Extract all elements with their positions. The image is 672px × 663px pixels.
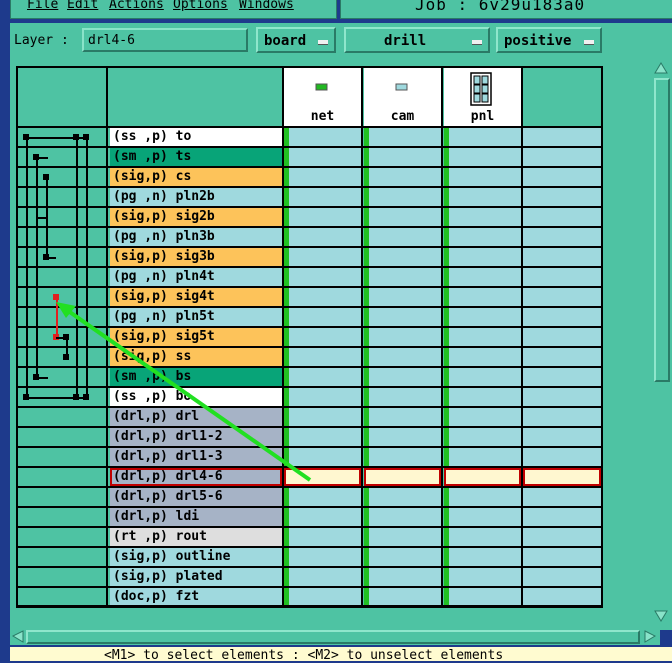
green-arrow-annotation <box>56 302 312 482</box>
horizontal-scrollbar[interactable] <box>10 628 660 645</box>
scroll-down-icon[interactable] <box>654 610 668 622</box>
vertical-scrollbar[interactable] <box>652 60 670 630</box>
scroll-right-icon[interactable] <box>644 630 656 643</box>
scroll-up-icon[interactable] <box>654 62 668 74</box>
status-bar: <M1> to select elements : <M2> to unsele… <box>10 647 672 663</box>
vertical-scroll-thumb[interactable] <box>654 78 670 382</box>
horizontal-scroll-thumb[interactable] <box>26 630 640 644</box>
scroll-left-icon[interactable] <box>12 630 24 643</box>
